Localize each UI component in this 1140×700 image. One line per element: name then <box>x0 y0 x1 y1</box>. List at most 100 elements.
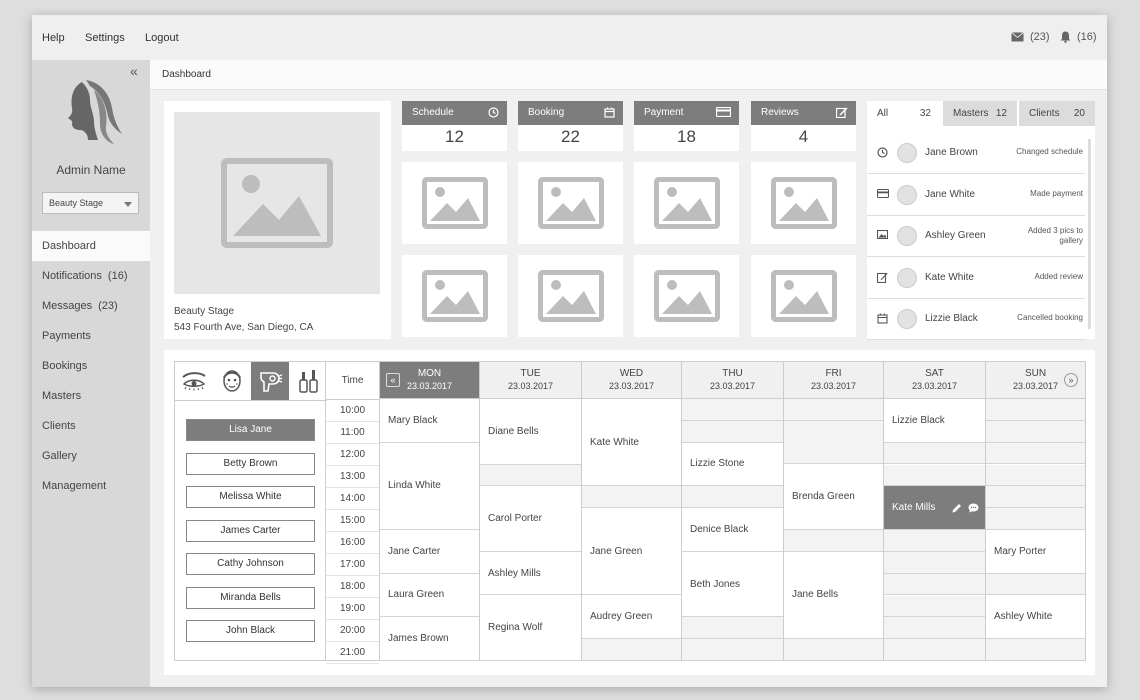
empty-slot[interactable] <box>784 639 883 661</box>
empty-slot[interactable] <box>986 639 1085 661</box>
empty-slot[interactable] <box>986 508 1085 530</box>
booking-slot[interactable]: Ashley White <box>986 596 1085 640</box>
empty-slot[interactable] <box>682 486 783 509</box>
empty-slot[interactable] <box>682 639 783 661</box>
booking-slot[interactable]: Mary Porter <box>986 530 1085 574</box>
empty-slot[interactable] <box>986 442 1085 465</box>
gallery-thumbnail[interactable] <box>518 255 623 337</box>
booking-slot[interactable]: James Brown <box>380 617 479 661</box>
gallery-thumbnail[interactable] <box>751 162 856 244</box>
booking-slot[interactable]: Brenda Green <box>784 465 883 530</box>
sidebar-item-payments[interactable]: Payments <box>32 321 150 351</box>
messages-indicator[interactable]: (23) <box>1011 31 1050 43</box>
next-week-icon[interactable]: » <box>1064 373 1078 387</box>
day-header-wed[interactable]: WED 23.03.2017 <box>582 361 682 399</box>
sidebar-item-notifications[interactable]: Notifications (16) <box>32 261 150 291</box>
booking-slot[interactable]: Lizzie Stone <box>682 443 783 487</box>
master-button[interactable]: Cathy Johnson <box>186 553 315 575</box>
help-link[interactable]: Help <box>42 32 65 44</box>
gallery-thumbnail[interactable] <box>634 255 739 337</box>
empty-slot[interactable] <box>884 573 985 596</box>
logout-link[interactable]: Logout <box>145 32 179 44</box>
empty-slot[interactable] <box>884 595 985 618</box>
activity-row[interactable]: Lizzie Black Cancelled booking <box>867 299 1085 340</box>
gallery-thumbnail[interactable] <box>634 162 739 244</box>
empty-slot[interactable] <box>884 639 985 661</box>
activity-row[interactable]: Kate White Added review <box>867 258 1085 299</box>
booking-slot[interactable]: Mary Black <box>380 399 479 443</box>
booking-slot[interactable]: Denice Black <box>682 508 783 552</box>
empty-slot[interactable] <box>986 486 1085 509</box>
activity-row[interactable]: Jane Brown Changed schedule <box>867 133 1085 174</box>
booking-slot[interactable]: Jane Bells <box>784 552 883 640</box>
master-button[interactable]: Lisa Jane <box>186 419 315 441</box>
booking-slot[interactable]: Lizzie Black <box>884 399 985 443</box>
empty-slot[interactable] <box>986 464 1085 487</box>
sidebar-item-management[interactable]: Management <box>32 471 150 501</box>
face-mask-service-icon[interactable] <box>213 362 251 400</box>
sidebar-item-clients[interactable]: Clients <box>32 411 150 441</box>
master-button[interactable]: Melissa White <box>186 486 315 508</box>
eyebrow-service-icon[interactable] <box>175 362 213 400</box>
stage-select[interactable]: Beauty Stage <box>42 192 139 214</box>
sidebar-item-bookings[interactable]: Bookings <box>32 351 150 381</box>
empty-slot[interactable] <box>784 399 883 421</box>
master-button[interactable]: Miranda Bells <box>186 586 315 609</box>
empty-slot[interactable] <box>582 486 681 509</box>
tab-all[interactable]: All 32 <box>867 101 941 126</box>
collapse-sidebar-icon[interactable]: « <box>130 63 138 79</box>
booking-slot[interactable]: Laura Green <box>380 574 479 618</box>
master-button[interactable]: Betty Brown <box>186 452 315 475</box>
booking-slot[interactable]: Kate Mills <box>884 486 985 530</box>
booking-slot[interactable]: Beth Jones <box>682 552 783 618</box>
booking-slot[interactable]: Carol Porter <box>480 486 581 552</box>
pencil-icon[interactable] <box>952 503 962 513</box>
master-button[interactable]: John Black <box>186 620 315 642</box>
stat-card-booking[interactable]: Booking 22 <box>518 101 623 151</box>
stat-card-payment[interactable]: Payment 18 <box>634 101 739 151</box>
sidebar-item-dashboard[interactable]: Dashboard <box>32 231 150 261</box>
tab-masters[interactable]: Masters 12 <box>943 101 1017 126</box>
booking-slot[interactable]: Jane Carter <box>380 530 479 574</box>
empty-slot[interactable] <box>682 420 783 443</box>
empty-slot[interactable] <box>884 530 985 552</box>
empty-slot[interactable] <box>884 442 985 465</box>
empty-slot[interactable] <box>986 399 1085 421</box>
booking-slot[interactable]: Audrey Green <box>582 596 681 640</box>
nail-polish-service-icon[interactable] <box>289 362 327 400</box>
hairdryer-service-icon[interactable] <box>251 362 289 400</box>
notifications-indicator[interactable]: (16) <box>1060 31 1097 43</box>
empty-slot[interactable] <box>682 617 783 640</box>
settings-link[interactable]: Settings <box>85 32 125 44</box>
gallery-thumbnail[interactable] <box>518 162 623 244</box>
activity-scrollbar[interactable] <box>1088 139 1091 329</box>
salon-image-placeholder[interactable] <box>174 112 380 294</box>
day-header-thu[interactable]: THU 23.03.2017 <box>682 361 784 399</box>
empty-slot[interactable] <box>884 617 985 640</box>
empty-slot[interactable] <box>986 420 1085 443</box>
stat-card-schedule[interactable]: Schedule 12 <box>402 101 507 151</box>
comment-icon[interactable] <box>968 503 979 513</box>
gallery-thumbnail[interactable] <box>751 255 856 337</box>
stat-card-reviews[interactable]: Reviews 4 <box>751 101 856 151</box>
empty-slot[interactable] <box>884 551 985 574</box>
empty-slot[interactable] <box>480 464 581 487</box>
sidebar-item-messages[interactable]: Messages (23) <box>32 291 150 321</box>
booking-slot[interactable]: Linda White <box>380 443 479 530</box>
sidebar-item-masters[interactable]: Masters <box>32 381 150 411</box>
empty-slot[interactable] <box>884 464 985 487</box>
day-header-fri[interactable]: FRI 23.03.2017 <box>784 361 884 399</box>
activity-row[interactable]: Jane White Made payment <box>867 175 1085 216</box>
activity-row[interactable]: Ashley Green Added 3 pics to gallery <box>867 216 1085 257</box>
tab-clients[interactable]: Clients 20 <box>1019 101 1095 126</box>
gallery-thumbnail[interactable] <box>402 162 507 244</box>
booking-slot[interactable]: Regina Wolf <box>480 596 581 661</box>
gallery-thumbnail[interactable] <box>402 255 507 337</box>
day-header-sat[interactable]: SAT 23.03.2017 <box>884 361 986 399</box>
booking-slot[interactable]: Ashley Mills <box>480 552 581 596</box>
booking-slot[interactable]: Kate White <box>582 399 681 487</box>
sidebar-item-gallery[interactable]: Gallery <box>32 441 150 471</box>
empty-slot[interactable] <box>784 420 883 465</box>
prev-week-icon[interactable]: « <box>386 373 400 387</box>
empty-slot[interactable] <box>582 639 681 661</box>
